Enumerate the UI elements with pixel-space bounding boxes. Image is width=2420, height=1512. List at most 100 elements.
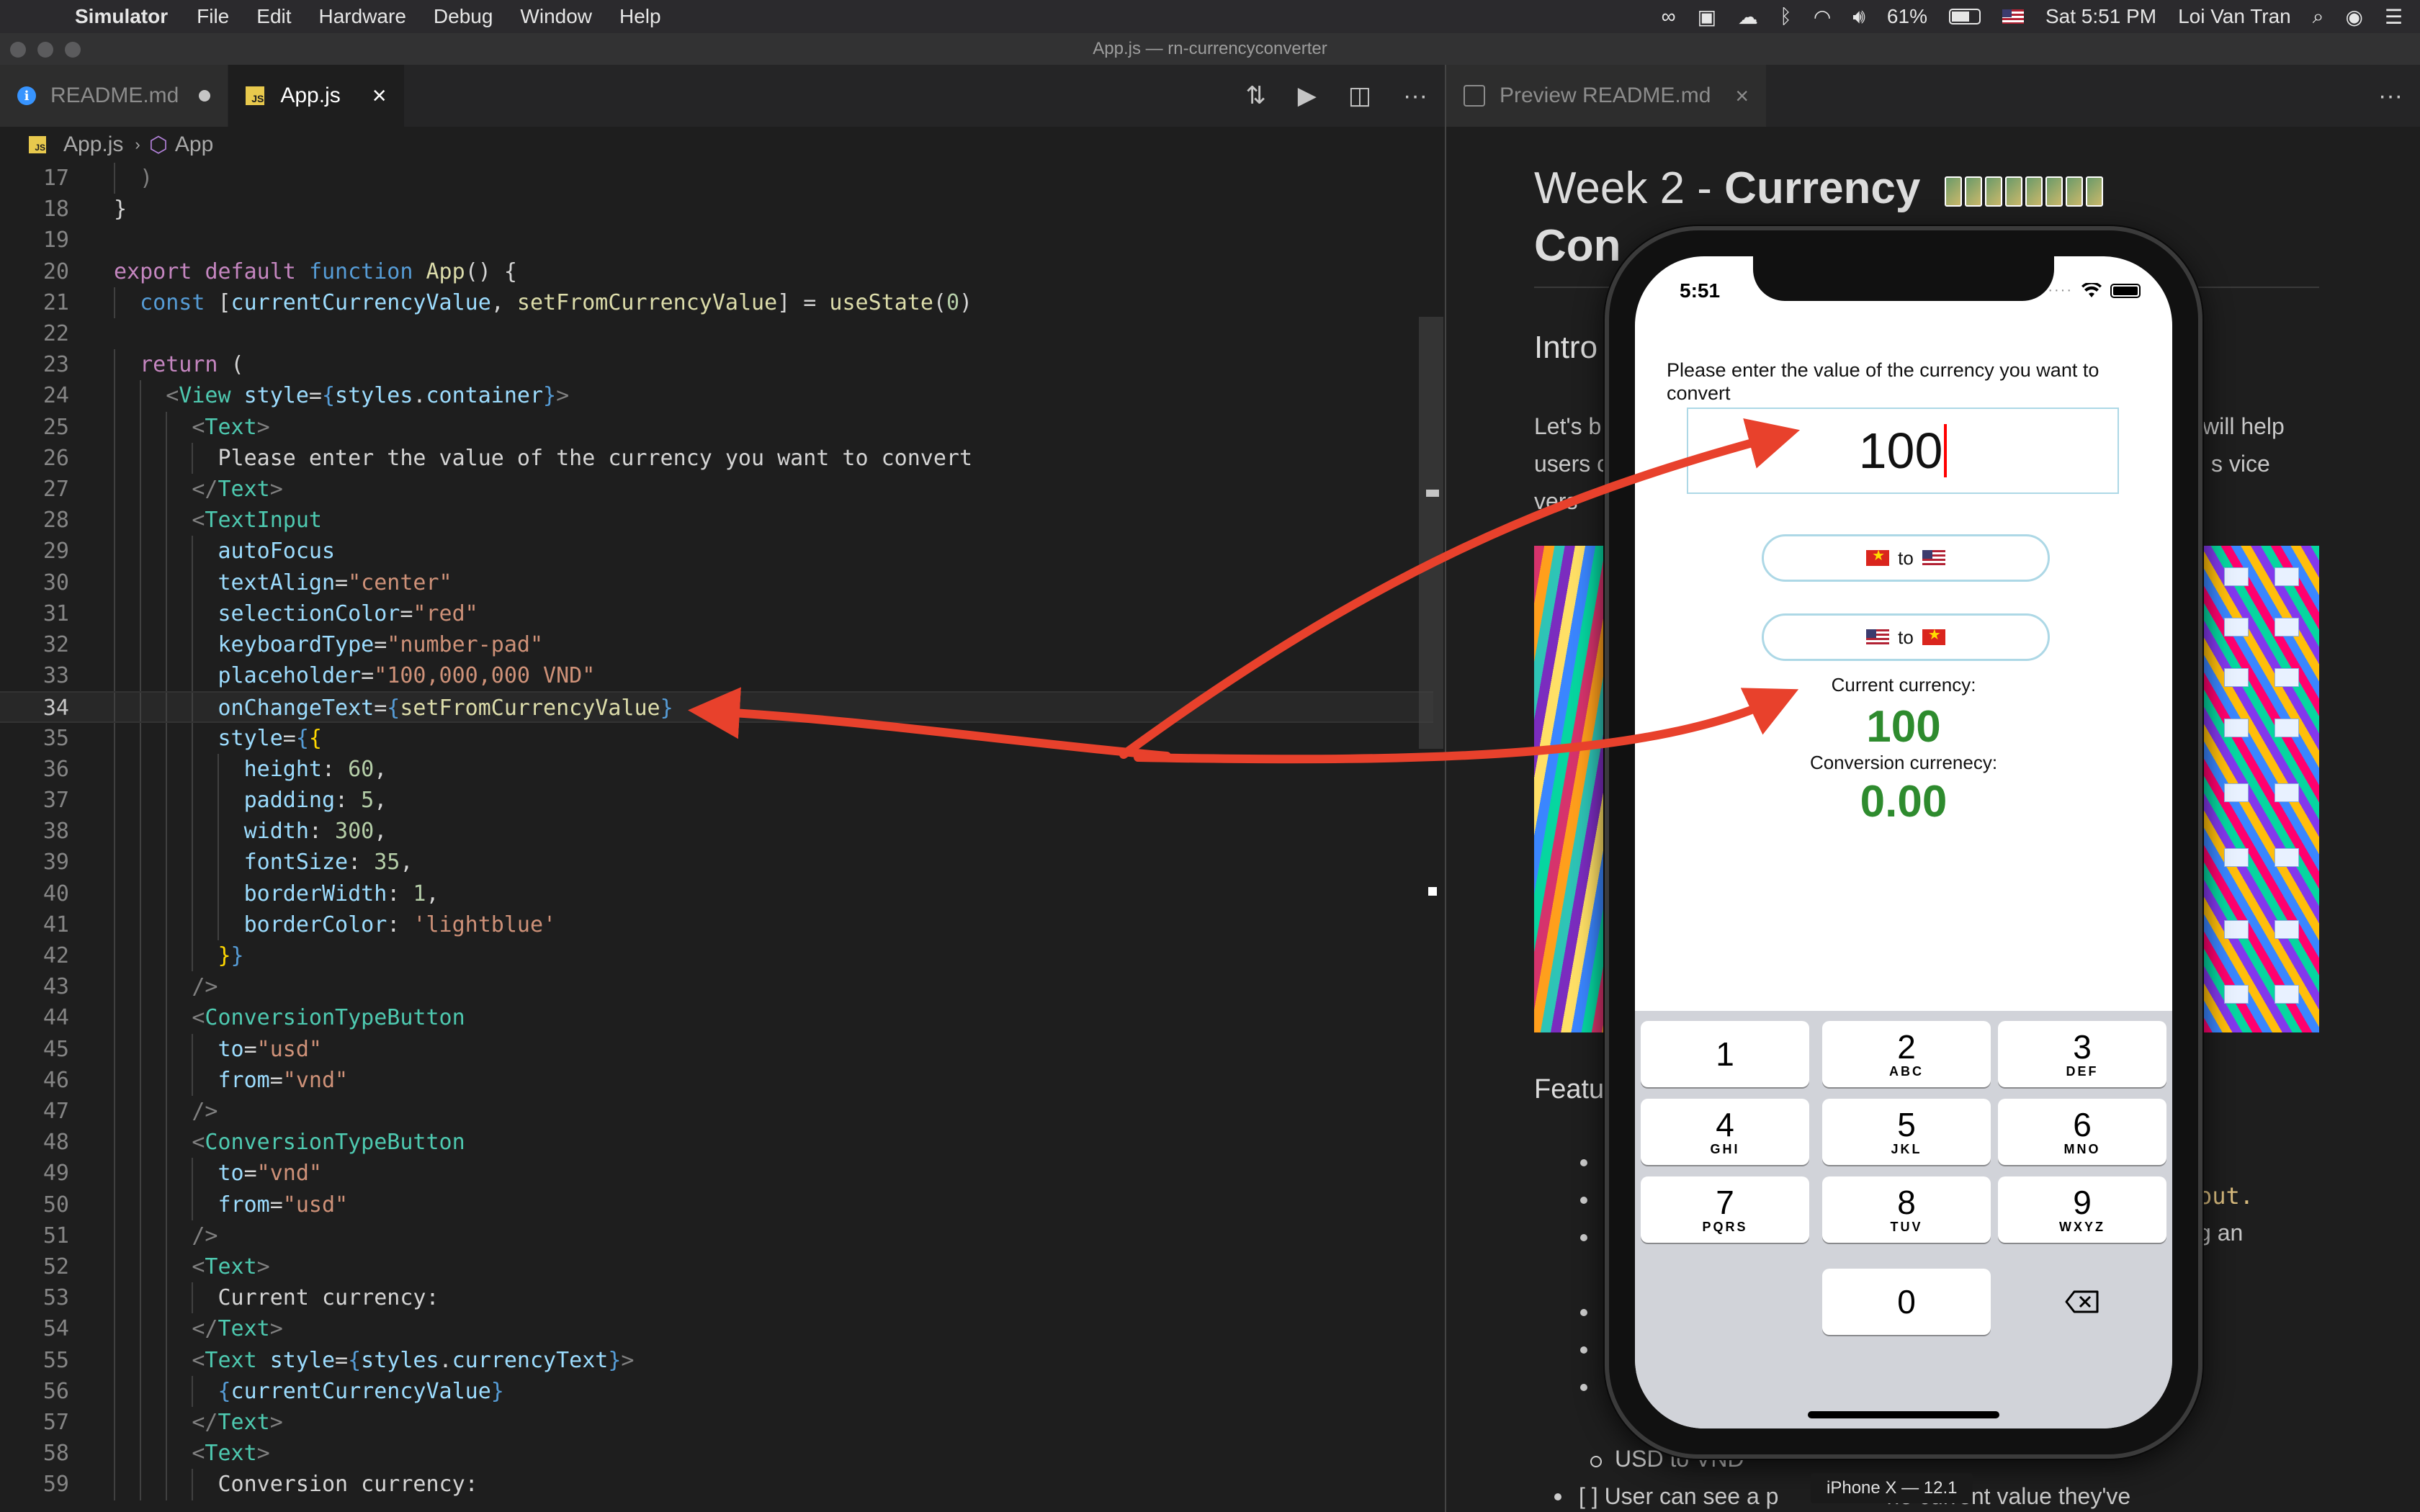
code-line[interactable]: 54 </Text> [0, 1313, 1433, 1345]
line-number[interactable]: 41 [0, 909, 69, 940]
code-line[interactable]: 38 width: 300, [0, 816, 1433, 847]
line-number[interactable]: 47 [0, 1096, 69, 1127]
keypad-key-5[interactable]: 5 JKL [1822, 1099, 1991, 1165]
line-number[interactable]: 24 [0, 380, 69, 411]
line-number[interactable]: 20 [0, 256, 69, 287]
code-line[interactable]: 31 selectionColor="red" [0, 598, 1433, 629]
line-number[interactable]: 42 [0, 940, 69, 971]
keypad-key-9[interactable]: 9 WXYZ [1998, 1176, 2166, 1243]
line-number[interactable]: 22 [0, 318, 69, 349]
code-line[interactable]: 18} [0, 194, 1433, 225]
line-number[interactable]: 39 [0, 847, 69, 878]
code-line[interactable]: 57 </Text> [0, 1407, 1433, 1439]
line-number[interactable]: 51 [0, 1220, 69, 1251]
battery-icon[interactable] [1948, 9, 1981, 24]
home-indicator[interactable] [1808, 1411, 1999, 1418]
code-line[interactable]: 45 to="usd" [0, 1033, 1433, 1065]
code-line[interactable]: 42}} [0, 940, 1433, 972]
code-line[interactable]: 40 borderWidth: 1, [0, 878, 1433, 909]
code-line[interactable]: 46 from="vnd" [0, 1064, 1433, 1096]
unsaved-dot-icon[interactable] [199, 90, 211, 102]
keypad-key-8[interactable]: 8 TUV [1822, 1176, 1991, 1243]
keypad-key-7[interactable]: 7 PQRS [1641, 1176, 1809, 1243]
code-line[interactable]: 21 const [currentCurrencyValue, setFromCu… [0, 287, 1433, 318]
input-source-us-flag-icon[interactable] [2002, 9, 2024, 24]
menu-help[interactable]: Help [619, 5, 661, 28]
code-line[interactable]: 23 return ( [0, 349, 1433, 381]
line-number[interactable]: 19 [0, 225, 69, 256]
close-tab-icon[interactable]: × [372, 82, 387, 110]
menu-edit[interactable]: Edit [256, 5, 291, 28]
line-number[interactable]: 58 [0, 1438, 69, 1469]
creative-cloud-icon[interactable]: ∞ [1662, 5, 1676, 28]
keypad-key-4[interactable]: 4 GHI [1641, 1099, 1809, 1165]
line-number[interactable]: 38 [0, 816, 69, 847]
more-actions-icon[interactable]: ··· [2378, 65, 2403, 127]
line-number[interactable]: 56 [0, 1376, 69, 1407]
line-number[interactable]: 37 [0, 785, 69, 816]
code-line[interactable]: 20 export default function App() { [0, 256, 1433, 287]
cloud-icon[interactable]: ☁ [1738, 5, 1758, 29]
code-line[interactable]: 25 <Text> [0, 411, 1433, 443]
code-line[interactable]: 37 padding: 5, [0, 785, 1433, 816]
code-line[interactable]: 44 <ConversionTypeButton [0, 1002, 1433, 1034]
menu-debug[interactable]: Debug [434, 5, 493, 28]
code-editor[interactable]: 17) 18} 19 20 export default function App() … [0, 163, 1445, 1512]
line-number[interactable]: 53 [0, 1282, 69, 1313]
line-number[interactable]: 34 [0, 693, 69, 724]
code-line[interactable]: 27 </Text> [0, 474, 1433, 505]
line-number[interactable]: 57 [0, 1407, 69, 1438]
close-tab-icon[interactable]: × [1735, 83, 1749, 109]
line-number[interactable]: 49 [0, 1158, 69, 1189]
code-line[interactable]: 33 placeholder="100,000,000 VND" [0, 660, 1433, 692]
split-editor-icon[interactable]: ◫ [1348, 81, 1371, 110]
keypad-key-2[interactable]: 2 ABC [1822, 1021, 1991, 1087]
line-number[interactable]: 32 [0, 629, 69, 660]
usd-to-vnd-button[interactable]: to [1762, 613, 2050, 661]
line-number[interactable]: 35 [0, 723, 69, 754]
volume-icon[interactable]: 🔊︎ [1852, 5, 1865, 29]
line-number[interactable]: 54 [0, 1313, 69, 1344]
line-number[interactable]: 43 [0, 971, 69, 1002]
code-line[interactable]: 49 to="vnd" [0, 1158, 1433, 1189]
line-number[interactable]: 23 [0, 349, 69, 380]
code-line[interactable]: 48 <ConversionTypeButton [0, 1127, 1433, 1158]
line-number[interactable]: 46 [0, 1065, 69, 1096]
menu-file[interactable]: File [197, 5, 229, 28]
line-number[interactable]: 55 [0, 1345, 69, 1376]
line-number[interactable]: 33 [0, 660, 69, 691]
vnd-to-usd-button[interactable]: to [1762, 534, 2050, 582]
keypad-key-6[interactable]: 6 MNO [1998, 1099, 2166, 1165]
line-number[interactable]: 48 [0, 1127, 69, 1158]
line-number[interactable]: 28 [0, 505, 69, 536]
spotlight-search-icon[interactable]: ⌕ [2313, 5, 2324, 29]
tab-preview-readme[interactable]: Preview README.md × [1446, 65, 1767, 127]
tab-app-js[interactable]: JS App.js × [228, 65, 405, 127]
tab-readme[interactable]: i README.md [0, 65, 229, 127]
code-line[interactable]: 22 [0, 318, 1433, 349]
line-number[interactable]: 52 [0, 1251, 69, 1282]
code-line[interactable]: 34 onChangeText={setFromCurrencyValue} [0, 691, 1433, 724]
line-number[interactable]: 31 [0, 598, 69, 629]
line-number[interactable]: 21 [0, 287, 69, 318]
code-line[interactable]: 19 [0, 225, 1433, 256]
editor-scrollbar[interactable] [1419, 317, 1443, 749]
line-number[interactable]: 45 [0, 1034, 69, 1065]
line-number[interactable]: 40 [0, 878, 69, 909]
code-line[interactable]: 59 Conversion currency: [0, 1469, 1433, 1500]
siri-icon[interactable]: ◉ [2345, 5, 2362, 29]
breadcrumb-symbol[interactable]: App [175, 132, 213, 157]
code-line[interactable]: 58 <Text> [0, 1438, 1433, 1470]
code-line[interactable]: 50 from="usd" [0, 1189, 1433, 1220]
line-number[interactable]: 59 [0, 1469, 69, 1500]
close-window-button[interactable] [10, 42, 26, 58]
code-line[interactable]: 17) [0, 163, 1433, 194]
menu-window[interactable]: Window [520, 5, 592, 28]
breadcrumb-file[interactable]: App.js [63, 132, 123, 157]
menubar-clock[interactable]: Sat 5:51 PM [2045, 5, 2156, 28]
line-number[interactable]: 50 [0, 1189, 69, 1220]
keypad-key-1[interactable]: 1 [1641, 1021, 1809, 1087]
minimize-window-button[interactable] [37, 42, 53, 58]
code-line[interactable]: 55 <Text style={styles.currencyText}> [0, 1344, 1433, 1376]
code-line[interactable]: 51 /> [0, 1220, 1433, 1251]
